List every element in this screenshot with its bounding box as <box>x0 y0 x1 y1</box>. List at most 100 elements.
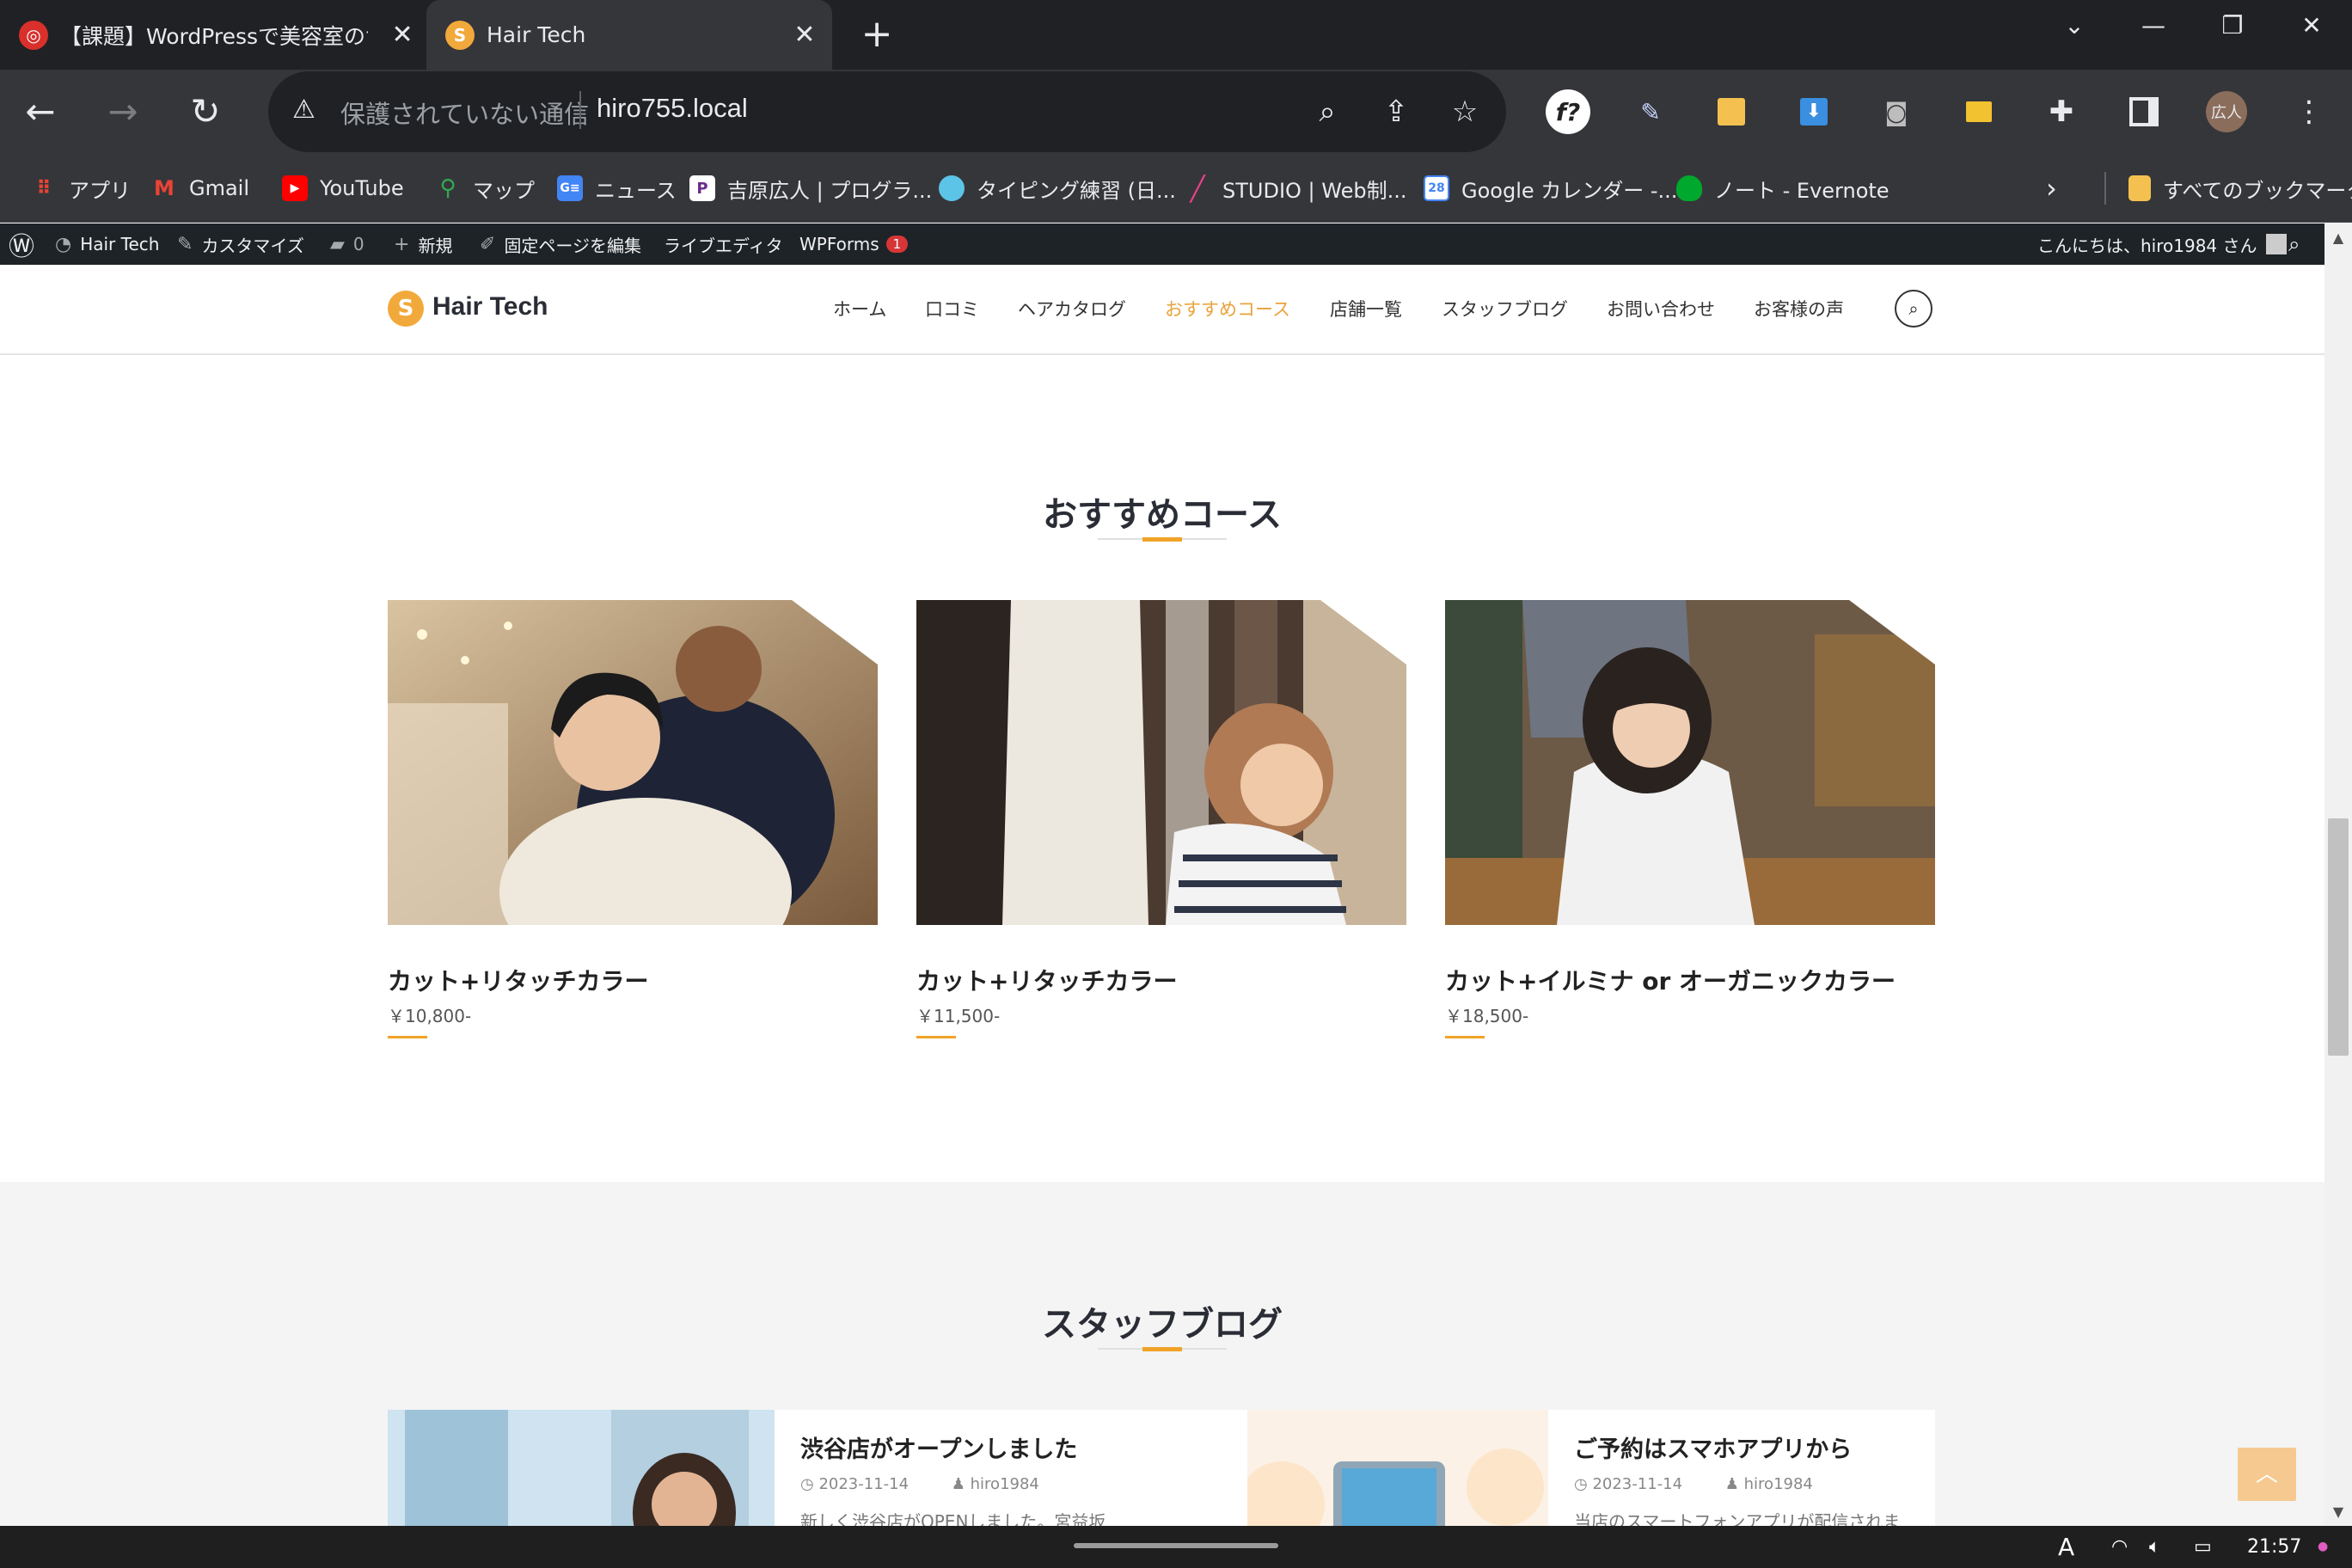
notification-dot-icon[interactable]: ● <box>2318 1526 2328 1568</box>
nav-testimonials[interactable]: お客様の声 <box>1754 296 1844 322</box>
bookmark-label: YouTube <box>320 176 404 200</box>
tab-close-icon[interactable]: ✕ <box>385 20 420 50</box>
tab-hair-tech[interactable]: S Hair Tech ✕ <box>426 0 832 70</box>
tab-favicon-icon: ◎ <box>19 20 48 50</box>
fonts-extension-icon[interactable]: f? <box>1546 89 1590 134</box>
nav-hair-catalog[interactable]: ヘアカタログ <box>1018 296 1126 322</box>
bookmark-gmail[interactable]: M Gmail <box>151 169 249 207</box>
blog-post-excerpt: 新しく渋谷店がOPENしました。宮益坂 <box>800 1511 1106 1526</box>
bookmark-studio[interactable]: ╱ STUDIO | Web制... <box>1185 169 1407 207</box>
admin-site-label: Hair Tech <box>80 234 160 254</box>
admin-customize[interactable]: ✎ カスタマイズ <box>177 224 304 265</box>
site-logo-icon[interactable]: S <box>388 291 424 327</box>
highlighter-extension-icon[interactable] <box>1966 101 1992 122</box>
profile-avatar[interactable]: 広人 <box>2206 91 2247 132</box>
admin-search-icon[interactable]: ⌕ <box>2288 224 2300 265</box>
close-window-button[interactable]: ✕ <box>2273 0 2350 52</box>
restore-button[interactable]: ❐ <box>2194 0 2271 52</box>
scroll-up-arrow-icon[interactable]: ▲ <box>2324 225 2352 251</box>
site-logo-text[interactable]: Hair Tech <box>432 292 548 322</box>
battery-icon[interactable]: ▭ <box>2194 1526 2212 1568</box>
extensions-puzzle-icon[interactable]: ✚ <box>2039 89 2084 134</box>
course-name[interactable]: カット+リタッチカラー <box>916 963 1177 997</box>
course-name[interactable]: カット+イルミナ or オーガニックカラー <box>1445 963 1896 997</box>
nav-recommended-courses[interactable]: おすすめコース <box>1165 296 1290 322</box>
admin-wpforms[interactable]: WPForms 1 <box>799 224 909 265</box>
blog-thumbnail-image[interactable] <box>388 1410 775 1526</box>
wordpress-logo-icon[interactable]: Ⓦ <box>9 224 34 265</box>
blog-post-meta: ◷ 2023-11-14 ♟ hiro1984 <box>800 1475 1039 1493</box>
notes-extension-icon[interactable] <box>1718 98 1745 126</box>
user-avatar <box>2265 234 2287 254</box>
bookmark-star-icon[interactable]: ☆ <box>1444 91 1485 132</box>
bookmark-evernote[interactable]: ノート - Evernote <box>1676 169 1890 207</box>
course-underline <box>388 1036 427 1038</box>
wifi-icon[interactable]: ◠ <box>2111 1526 2128 1568</box>
bookmark-label: マップ <box>473 178 535 203</box>
scroll-down-arrow-icon[interactable]: ▼ <box>2324 1499 2352 1525</box>
share-icon[interactable]: ⇪ <box>1375 91 1417 132</box>
course-image[interactable] <box>1445 600 1935 925</box>
security-label[interactable]: 保護されていない通信 <box>340 95 589 131</box>
home-indicator[interactable] <box>1074 1543 1278 1548</box>
blog-thumbnail-image[interactable] <box>1247 1410 1548 1526</box>
new-tab-button[interactable]: + <box>855 13 898 56</box>
admin-account[interactable]: こんにちは、hiro1984 さん <box>2037 224 2287 265</box>
nav-contact[interactable]: お問い合わせ <box>1607 296 1715 322</box>
volume-icon[interactable]: 🔈︎ <box>2149 1526 2160 1568</box>
nav-staff-blog[interactable]: スタッフブログ <box>1442 296 1568 322</box>
studio-icon: ╱ <box>1190 174 1205 203</box>
user-icon: ♟ <box>1724 1475 1744 1493</box>
color-picker-extension-icon[interactable]: ✎ <box>1628 89 1673 134</box>
courses-heading: おすすめコース <box>1043 495 1282 535</box>
screenshot-extension-icon[interactable]: ◙ <box>1874 89 1919 134</box>
back-arrow-icon[interactable]: ← <box>17 89 64 135</box>
back-to-top-button[interactable]: ︿ <box>2238 1448 2296 1501</box>
tab-close-icon[interactable]: ✕ <box>787 20 822 50</box>
admin-live-editor[interactable]: ライブエディタ <box>664 224 783 265</box>
admin-edit-page[interactable]: ✐ 固定ページを編集 <box>480 224 641 265</box>
bookmark-youtube[interactable]: ▶ YouTube <box>282 169 404 207</box>
bookmark-label: アプリ <box>69 178 131 203</box>
bookmark-maps[interactable]: ⚲ マップ <box>435 169 535 207</box>
blog-post-author[interactable]: hiro1984 <box>971 1475 1039 1493</box>
admin-comments[interactable]: ▰ 0 <box>330 224 364 265</box>
course-name[interactable]: カット+リタッチカラー <box>388 963 648 997</box>
warning-icon[interactable]: ⚠ <box>292 95 315 125</box>
clock-time[interactable]: 21:57 <box>2247 1526 2301 1568</box>
ime-indicator[interactable]: A <box>2058 1526 2074 1568</box>
nav-reviews[interactable]: 口コミ <box>925 296 979 322</box>
zoom-icon[interactable]: ⌕ <box>1307 91 1348 132</box>
admin-new[interactable]: + 新規 <box>394 224 452 265</box>
bookmark-news[interactable]: G≡ ニュース <box>557 169 677 207</box>
site-search-icon[interactable]: ⌕ <box>1895 290 1932 328</box>
minimize-button[interactable]: — <box>2115 0 2192 52</box>
admin-site-name[interactable]: ◔ Hair Tech <box>55 224 159 265</box>
greeting-text: こんにちは、hiro1984 さん <box>2037 235 2257 256</box>
blog-post-title[interactable]: 渋谷店がオープンしました <box>800 1430 1077 1464</box>
tab-search-dropdown-icon[interactable]: ⌄ <box>2036 0 2113 52</box>
bookmark-programming[interactable]: P 吉原広人 | プログラ... <box>689 169 932 207</box>
course-image[interactable] <box>916 600 1406 925</box>
nav-home[interactable]: ホーム <box>833 296 886 322</box>
url-text[interactable]: hiro755.local <box>597 93 748 124</box>
course-image[interactable] <box>388 600 878 925</box>
blog-post-author[interactable]: hiro1984 <box>1744 1475 1813 1493</box>
blog-post-meta: ◷ 2023-11-14 ♟ hiro1984 <box>1574 1475 1813 1493</box>
nav-stores[interactable]: 店舗一覧 <box>1330 296 1402 322</box>
maps-icon: ⚲ <box>439 175 456 201</box>
course-underline <box>1445 1036 1485 1038</box>
chrome-menu-icon[interactable]: ⋮ <box>2287 89 2331 134</box>
bookmark-typing[interactable]: タイピング練習 (日... <box>939 169 1176 207</box>
tab-assignment[interactable]: ◎ 【課題】WordPressで美容室のサ ✕ <box>19 0 420 70</box>
bookmark-calendar[interactable]: 28 Google カレンダー -... <box>1424 169 1677 207</box>
bookmarks-overflow-chevron-icon[interactable]: › <box>2046 169 2057 207</box>
blog-post-title[interactable]: ご予約はスマホアプリから <box>1574 1430 1852 1464</box>
reload-icon[interactable]: ↻ <box>182 89 229 135</box>
all-bookmarks-folder[interactable]: すべてのブックマーク <box>2128 169 2352 207</box>
scrollbar-thumb[interactable] <box>2328 818 2349 1056</box>
bookmark-apps[interactable]: ⠿ アプリ <box>31 169 131 207</box>
download-extension-icon[interactable]: ⬇ <box>1800 98 1828 126</box>
side-panel-icon[interactable] <box>2129 97 2159 126</box>
forward-arrow-icon[interactable]: → <box>100 89 146 135</box>
